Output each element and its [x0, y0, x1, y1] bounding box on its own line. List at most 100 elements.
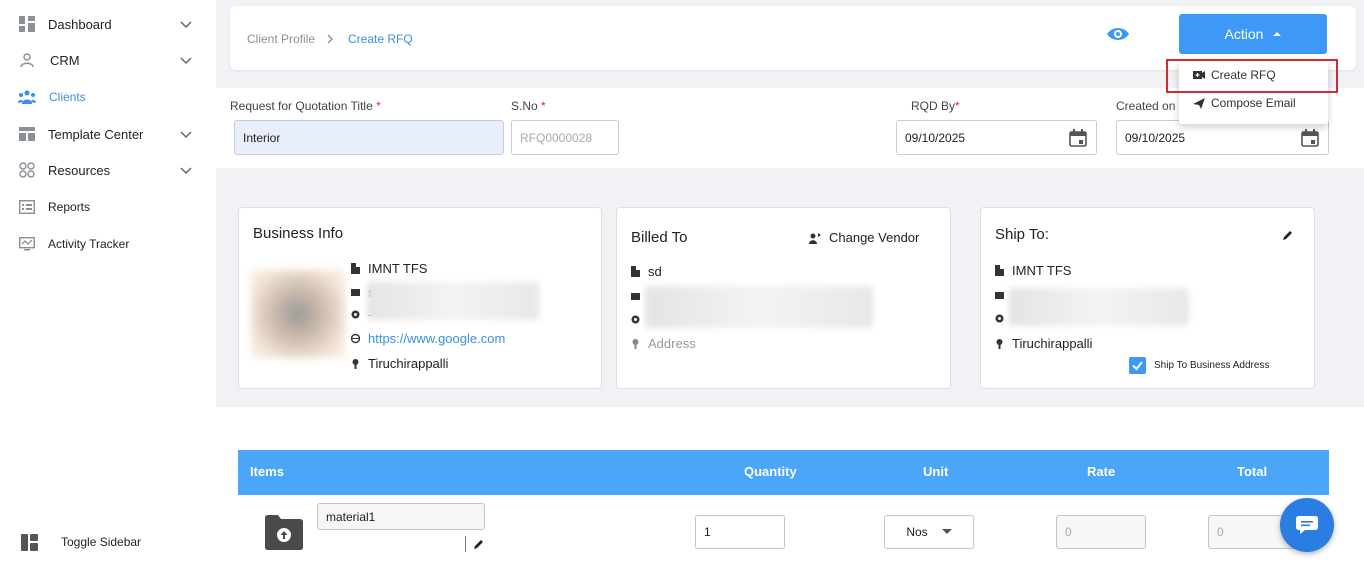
- sno-input[interactable]: RFQ0000028: [511, 120, 619, 155]
- unit-select[interactable]: Nos: [884, 515, 974, 549]
- column-header-total: Total: [1237, 464, 1268, 479]
- eye-icon[interactable]: [1106, 25, 1130, 43]
- sidebar-item-label: Resources: [48, 162, 111, 178]
- ship-city: Tiruchirappalli: [1012, 336, 1093, 351]
- business-city-row: Tiruchirappalli: [351, 356, 448, 371]
- ship-to-title: Ship To:: [995, 226, 1049, 243]
- rqd-by-label: RQD By*: [911, 99, 960, 113]
- billed-name: sd: [648, 264, 662, 279]
- pencil-icon[interactable]: [1282, 229, 1294, 241]
- breadcrumb-create-rfq: Create RFQ: [348, 32, 413, 46]
- column-header-rate: Rate: [1087, 464, 1116, 479]
- created-on-value: 09/10/2025: [1125, 130, 1186, 145]
- reports-icon: [18, 198, 36, 216]
- toggle-sidebar-button[interactable]: Toggle Sidebar: [0, 528, 216, 556]
- breadcrumb-client-profile[interactable]: Client Profile: [247, 32, 315, 46]
- calendar-icon[interactable]: [1301, 129, 1319, 147]
- items-section: Items Quantity Unit Rate Total material1…: [216, 407, 1364, 570]
- sidebar-item-label: Dashboard: [48, 16, 112, 32]
- sidebar: Dashboard CRM Clients Template Center Re…: [0, 0, 216, 570]
- rate-input[interactable]: 0: [1056, 515, 1146, 549]
- clock-icon: [995, 314, 1004, 323]
- create-rfq-icon: [1193, 71, 1205, 79]
- ship-city-row: Tiruchirappalli: [995, 336, 1092, 351]
- sidebar-item-dashboard[interactable]: Dashboard: [0, 9, 216, 39]
- sidebar-item-reports[interactable]: Reports: [0, 192, 216, 222]
- chevron-down-icon: [180, 21, 192, 29]
- menu-item-label: Compose Email: [1211, 96, 1296, 110]
- template-icon: [18, 125, 36, 143]
- upload-folder-icon[interactable]: [265, 514, 303, 550]
- business-name: IMNT TFS: [368, 261, 428, 276]
- rqd-by-input[interactable]: 09/10/2025: [896, 120, 1097, 155]
- billed-to-card: Billed To Change Vendor sd Address: [616, 207, 951, 389]
- change-vendor-button[interactable]: Change Vendor: [809, 230, 919, 245]
- business-city: Tiruchirappalli: [368, 356, 449, 371]
- billed-address-row: Address: [631, 336, 696, 351]
- business-info-title: Business Info: [253, 225, 344, 242]
- building-icon: [995, 265, 1004, 276]
- column-header-quantity: Quantity: [744, 464, 797, 479]
- created-on-label: Created on: [1116, 99, 1176, 113]
- clock-icon: [351, 310, 360, 319]
- sidebar-item-label: Activity Tracker: [48, 237, 130, 251]
- location-pin-icon: [632, 339, 639, 349]
- chevron-down-icon: [180, 167, 192, 175]
- items-table-header: Items Quantity Unit Rate Total: [238, 450, 1329, 495]
- caret-up-icon: [1273, 32, 1282, 36]
- redacted-contact: [645, 286, 873, 328]
- billed-name-row: sd: [631, 264, 662, 279]
- sidebar-item-label: Clients: [49, 90, 86, 104]
- billed-address: Address: [648, 336, 696, 351]
- menu-item-label: Create RFQ: [1211, 68, 1276, 82]
- pencil-icon[interactable]: [473, 538, 485, 550]
- sidebar-item-label: Reports: [48, 200, 91, 214]
- material-name-input[interactable]: material1: [317, 503, 485, 530]
- clock-icon: [631, 315, 640, 324]
- checkbox-checked[interactable]: [1129, 357, 1146, 374]
- sidebar-item-clients[interactable]: Clients: [0, 82, 216, 112]
- action-menu: Create RFQ Compose Email: [1179, 60, 1328, 124]
- business-website-link[interactable]: https://www.google.com: [368, 331, 505, 346]
- sidebar-item-crm[interactable]: CRM: [0, 45, 216, 75]
- calendar-icon[interactable]: [1069, 129, 1087, 147]
- ship-name-row: IMNT TFS: [995, 263, 1071, 278]
- business-logo: [251, 270, 345, 358]
- billed-to-title: Billed To: [631, 229, 688, 246]
- redacted-contact: [367, 282, 539, 320]
- clients-icon: [18, 88, 36, 106]
- sidebar-item-resources[interactable]: Resources: [0, 155, 216, 185]
- toggle-sidebar-label: Toggle Sidebar: [61, 535, 142, 549]
- caret-down-icon: [941, 529, 952, 534]
- sidebar-item-template-center[interactable]: Template Center: [0, 119, 216, 149]
- change-vendor-label: Change Vendor: [829, 230, 920, 245]
- sno-field-label: S.No *: [511, 99, 546, 113]
- divider: [465, 536, 466, 552]
- ship-to-card: Ship To: IMNT TFS Tiruchirappalli Ship T…: [980, 207, 1315, 389]
- created-on-input[interactable]: 09/10/2025: [1116, 120, 1329, 155]
- chevron-down-icon: [180, 57, 192, 65]
- send-icon: [1193, 97, 1205, 109]
- mail-icon: [995, 292, 1004, 299]
- chevron-down-icon: [180, 131, 192, 139]
- info-cards: Business Info IMNT TFS s - https://www.g…: [216, 170, 1350, 406]
- action-button[interactable]: Action: [1179, 14, 1327, 54]
- menu-item-create-rfq[interactable]: Create RFQ: [1193, 65, 1276, 85]
- ship-to-business-label: Ship To Business Address: [1154, 360, 1270, 371]
- column-header-items: Items: [250, 464, 284, 479]
- column-header-unit: Unit: [923, 464, 949, 479]
- sidebar-item-label: CRM: [50, 52, 80, 68]
- title-input[interactable]: Interior: [234, 120, 504, 155]
- dashboard-icon: [18, 15, 36, 33]
- chat-button[interactable]: [1280, 498, 1334, 552]
- menu-item-compose-email[interactable]: Compose Email: [1193, 93, 1296, 113]
- activity-icon: [18, 235, 36, 253]
- sidebar-item-activity-tracker[interactable]: Activity Tracker: [0, 229, 216, 259]
- sidebar-item-label: Template Center: [48, 126, 144, 142]
- chevron-right-icon: [327, 34, 333, 44]
- ship-to-business-checkbox-row: Ship To Business Address: [1129, 357, 1269, 374]
- unit-value: Nos: [906, 525, 928, 539]
- quantity-input[interactable]: 1: [695, 515, 785, 549]
- mail-icon: [631, 293, 640, 300]
- building-icon: [351, 263, 360, 274]
